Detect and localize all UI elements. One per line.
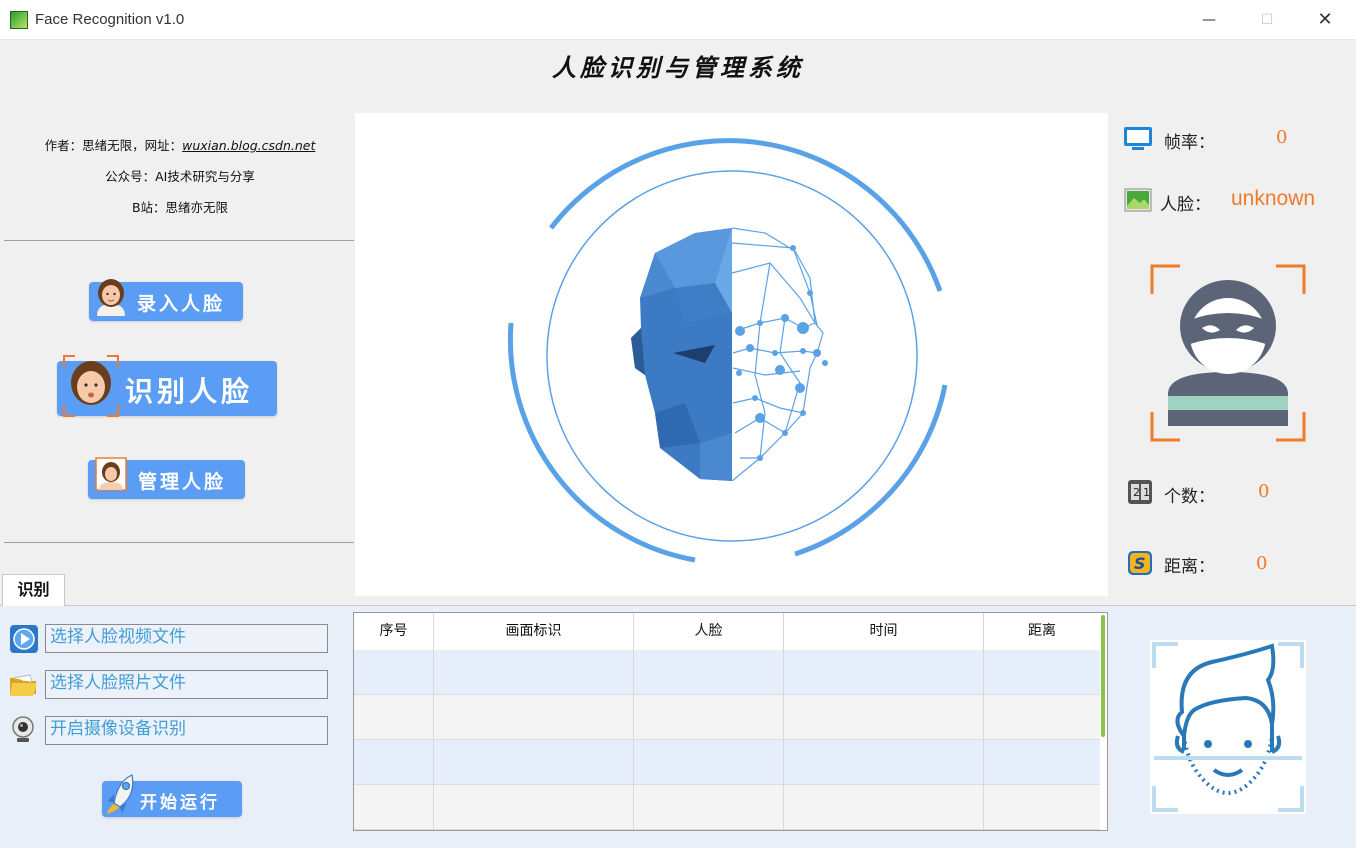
page-title: 人脸识别与管理系统 bbox=[552, 53, 804, 82]
recognize-face-label: 识别人脸 bbox=[125, 375, 254, 408]
face-value: unknown bbox=[1231, 187, 1316, 210]
distance-label: 距离： bbox=[1164, 557, 1215, 577]
select-photo-file-button[interactable]: 选择人脸照片文件 bbox=[45, 670, 328, 699]
column-header[interactable]: 画面标识 bbox=[434, 613, 634, 650]
column-header[interactable]: 序号 bbox=[354, 613, 434, 650]
distance-value: 0 bbox=[1256, 553, 1268, 574]
column-header[interactable]: 距离 bbox=[984, 613, 1100, 650]
svg-text:S: S bbox=[1134, 554, 1146, 573]
table-header: 序号 画面标识 人脸 时间 距离 bbox=[354, 613, 1100, 650]
monitor-icon bbox=[1124, 127, 1152, 150]
video-display bbox=[355, 113, 1108, 596]
manage-face-label: 管理人脸 bbox=[138, 471, 227, 493]
tab-recognition[interactable]: 识别 bbox=[2, 574, 65, 606]
manage-face-button[interactable]: 管理人脸 bbox=[88, 457, 245, 499]
counter-icon: 2 1 bbox=[1128, 480, 1152, 504]
recognize-face-button[interactable]: 识别人脸 bbox=[57, 355, 277, 417]
count-value: 0 bbox=[1258, 481, 1270, 502]
face-scan-illustration bbox=[507, 138, 948, 563]
table-row[interactable] bbox=[354, 650, 1100, 695]
minimize-button[interactable]: — bbox=[1180, 0, 1238, 40]
unknown-person-icon bbox=[1150, 264, 1306, 442]
picture-icon bbox=[1124, 188, 1152, 212]
divider bbox=[4, 542, 354, 543]
enter-face-label: 录入人脸 bbox=[137, 293, 226, 315]
bilibili-info: B站：思绪亦无限 bbox=[131, 200, 229, 215]
face-scan-icon bbox=[1150, 640, 1306, 814]
enter-face-button[interactable]: 录入人脸 bbox=[89, 279, 243, 321]
count-label: 个数： bbox=[1164, 487, 1215, 507]
play-icon bbox=[10, 625, 38, 653]
rocket-icon bbox=[107, 774, 134, 814]
open-camera-button[interactable]: 开启摄像设备识别 bbox=[45, 716, 328, 745]
window-title: Face Recognition v1.0 bbox=[35, 11, 185, 28]
results-table: 序号 画面标识 人脸 时间 距离 bbox=[353, 612, 1108, 831]
author-link[interactable]: wuxian.blog.csdn.net bbox=[182, 138, 315, 153]
svg-text:2: 2 bbox=[1133, 486, 1140, 499]
close-button[interactable]: ✕ bbox=[1296, 0, 1354, 40]
webcam-icon bbox=[12, 716, 34, 742]
start-run-button[interactable]: 开始运行 bbox=[102, 774, 242, 817]
column-header[interactable]: 人脸 bbox=[634, 613, 784, 650]
start-run-label: 开始运行 bbox=[140, 793, 220, 813]
woman-avatar-icon bbox=[97, 279, 125, 316]
author-label: 作者：思绪无限，网址： bbox=[44, 138, 183, 153]
fps-value: 0 bbox=[1276, 127, 1288, 148]
s-badge-icon: S bbox=[1128, 551, 1152, 575]
face-scan-avatar-icon bbox=[63, 355, 119, 417]
table-row[interactable] bbox=[354, 785, 1100, 830]
svg-text:1: 1 bbox=[1143, 486, 1150, 499]
id-card-avatar-icon bbox=[95, 457, 127, 491]
table-row[interactable] bbox=[354, 740, 1100, 785]
table-row[interactable] bbox=[354, 695, 1100, 740]
table-scrollbar[interactable] bbox=[1101, 615, 1105, 737]
wechat-info: 公众号：AI技术研究与分享 bbox=[105, 169, 255, 184]
fps-label: 帧率： bbox=[1164, 133, 1215, 153]
select-video-file-button[interactable]: 选择人脸视频文件 bbox=[45, 624, 328, 653]
folder-icon bbox=[10, 674, 37, 696]
divider bbox=[4, 240, 354, 241]
maximize-button[interactable]: ☐ bbox=[1238, 0, 1296, 40]
face-label: 人脸： bbox=[1160, 195, 1211, 215]
column-header[interactable]: 时间 bbox=[784, 613, 984, 650]
author-info: 作者：思绪无限，网址：wuxian.blog.csdn.net bbox=[0, 135, 360, 154]
title-bar: Face Recognition v1.0 — ☐ ✕ bbox=[0, 0, 1356, 40]
app-icon bbox=[10, 11, 28, 29]
